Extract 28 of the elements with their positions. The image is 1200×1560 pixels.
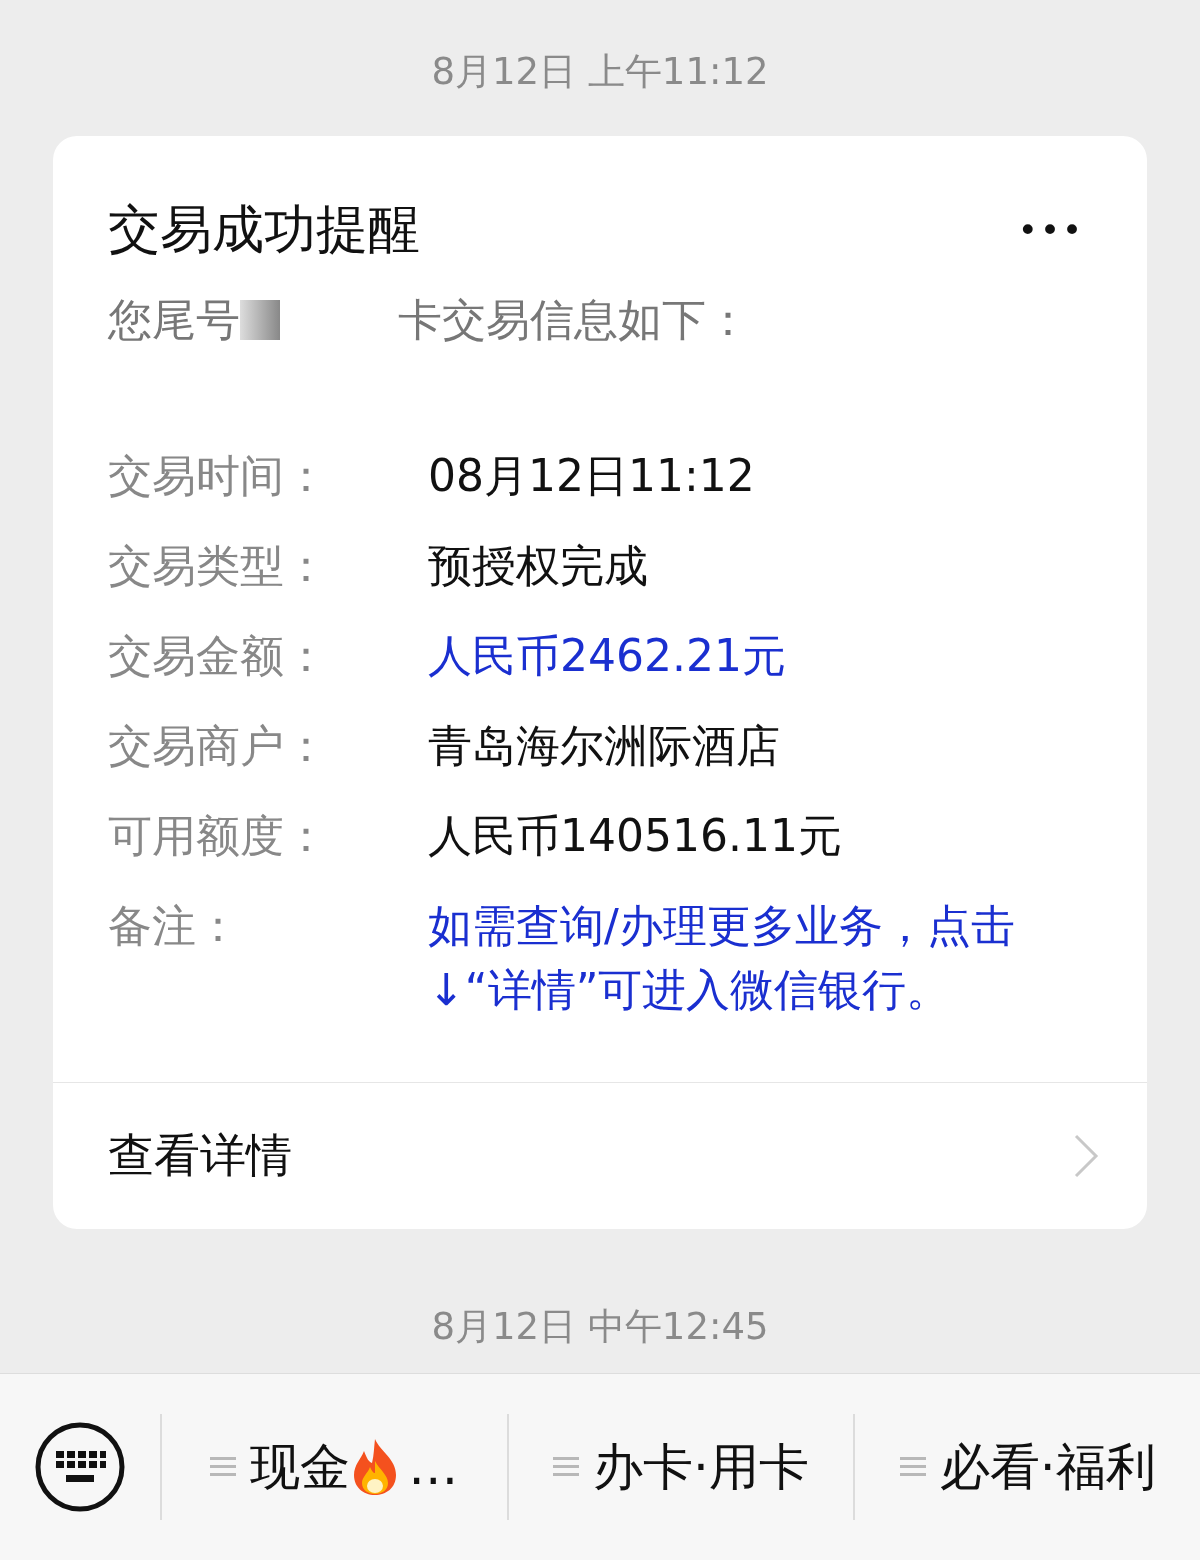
menu-tab[interactable]: 必看·福利 [853,1414,1200,1520]
menu-tab[interactable]: 办卡·用卡 [506,1414,854,1520]
timestamp: 8月12日 中午12:45 [431,1305,769,1349]
card-intro: 卡交易信息如下： [398,293,750,347]
menu-tab[interactable]: 现金 … [160,1414,507,1520]
field-label: 备注： [108,899,241,953]
field-value: 如需查询/办理更多业务，点击↓“详情”可进入微信银行。 [428,899,1016,1017]
field-value: 人民币2462.21元 [428,629,787,683]
menu-icon [899,1455,926,1479]
field-value: 预授权完成 [428,539,649,593]
menu-icon [553,1455,580,1479]
field-label: 交易类型： [108,539,329,593]
redaction [240,300,280,340]
field-label: 交易时间： [108,449,329,503]
field-label: 交易金额： [108,629,329,683]
card-title: 交易成功提醒 [108,198,420,261]
keyboard-icon[interactable] [34,1421,126,1513]
timestamp: 8月12日 上午11:12 [431,50,769,94]
field-value: 青岛海尔洲际酒店 [428,719,781,773]
field-value: 人民币140516.11元 [428,809,843,863]
card-intro: 您尾号 [108,293,240,347]
field-label: 交易商户： [108,719,329,773]
field-label: 可用额度： [108,809,329,863]
details-link[interactable]: 查看详情 [53,1082,1147,1229]
field-value: 08月12日11:12 [428,449,756,503]
menu-icon [210,1455,237,1479]
chevron-icon [1073,1133,1099,1179]
more-button[interactable]: ••• [1017,210,1092,250]
